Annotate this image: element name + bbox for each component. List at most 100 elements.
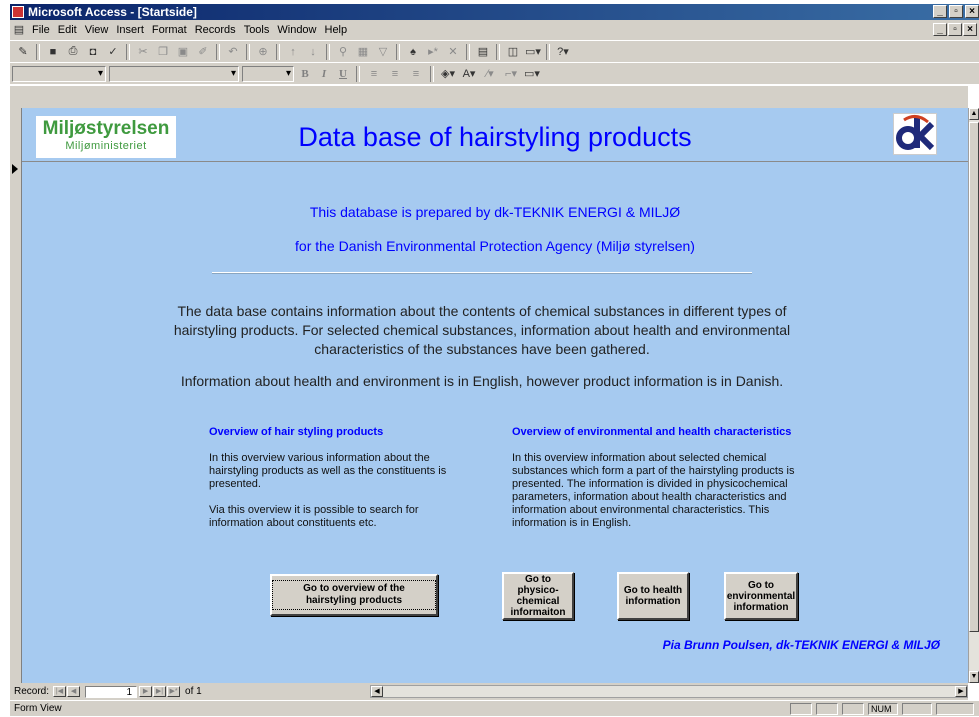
access-app-icon[interactable]: [12, 6, 24, 18]
help-icon[interactable]: ?▾: [554, 44, 572, 60]
go-to-health-label: Go to health information: [623, 585, 683, 607]
line-color-icon[interactable]: ∕▾: [481, 66, 499, 82]
intro-line-1: This database is prepared by dk-TEKNIK E…: [309, 204, 681, 220]
divider: [212, 272, 752, 274]
mdi-close-button[interactable]: ×: [963, 23, 977, 36]
status-indicator: [816, 703, 838, 715]
menu-file[interactable]: File: [28, 20, 54, 40]
spelling-icon[interactable]: ✓: [104, 44, 122, 60]
toolbar-separator: [466, 43, 470, 60]
underline-icon[interactable]: U: [335, 68, 351, 80]
go-to-physico-label: Go to physico-chemical informaiton: [510, 574, 566, 618]
menu-format[interactable]: Format: [148, 20, 191, 40]
page-title: Data base of hairstyling products: [298, 122, 692, 152]
line-width-icon[interactable]: ⌐▾: [502, 66, 520, 82]
delete-record-icon[interactable]: ✕: [444, 44, 462, 60]
status-indicator: [936, 703, 974, 715]
new-record-icon[interactable]: ▸*: [424, 44, 442, 60]
view-icon[interactable]: ✎: [14, 44, 32, 60]
vertical-scrollbar[interactable]: ▲ ▼: [968, 108, 979, 683]
dk-teknik-logo: [893, 113, 937, 155]
save-icon[interactable]: ■: [44, 44, 62, 60]
special-effect-icon[interactable]: ▭▾: [523, 66, 541, 82]
restore-button[interactable]: ▫: [949, 5, 963, 18]
mdi-minimize-button[interactable]: _: [933, 23, 947, 36]
form-icon[interactable]: ▤: [10, 22, 28, 38]
window-title: Microsoft Access - [Startside]: [28, 5, 197, 19]
bold-icon[interactable]: B: [297, 68, 313, 80]
cut-icon[interactable]: ✂: [134, 44, 152, 60]
filter-by-form-icon[interactable]: ▦: [354, 44, 372, 60]
menu-records[interactable]: Records: [191, 20, 240, 40]
previous-record-icon[interactable]: ◀: [67, 686, 81, 697]
database-window-icon[interactable]: ◫: [504, 44, 522, 60]
menu-edit[interactable]: Edit: [54, 20, 81, 40]
sort-ascending-icon[interactable]: ↑: [284, 44, 302, 60]
last-record-icon[interactable]: ▶|: [153, 686, 167, 697]
menu-tools[interactable]: Tools: [240, 20, 274, 40]
scroll-right-icon[interactable]: ▶: [955, 686, 967, 697]
new-object-icon[interactable]: ▭▾: [524, 44, 542, 60]
close-button[interactable]: ×: [965, 5, 979, 18]
font-color-icon[interactable]: A▾: [460, 66, 478, 82]
next-record-icon[interactable]: ▶: [139, 686, 153, 697]
go-to-physico-button[interactable]: Go to physico-chemical informaiton: [502, 572, 574, 620]
toolbar-separator: [36, 43, 40, 60]
paste-icon[interactable]: ▣: [174, 44, 192, 60]
menu-window[interactable]: Window: [273, 20, 320, 40]
object-select[interactable]: [12, 65, 106, 82]
hyperlink-icon[interactable]: ⊕: [254, 44, 272, 60]
print-preview-icon[interactable]: ◘: [84, 44, 102, 60]
sort-descending-icon[interactable]: ↓: [304, 44, 322, 60]
window-title-bar: Microsoft Access - [Startside] _ ▫ ×: [10, 4, 979, 20]
formatting-toolbar: B I U ≡ ≡ ≡ ◈▾ A▾ ∕▾ ⌐▾ ▭▾: [10, 62, 979, 84]
scroll-down-icon[interactable]: ▼: [969, 671, 979, 683]
scroll-up-icon[interactable]: ▲: [969, 108, 979, 120]
apply-filter-icon[interactable]: ▽: [374, 44, 392, 60]
align-left-icon[interactable]: ≡: [365, 66, 383, 82]
go-to-products-button[interactable]: Go to overview of the hairstyling produc…: [270, 574, 438, 616]
products-section-text-2: Via this overview it is possible to sear…: [209, 504, 419, 529]
font-name-select[interactable]: [109, 65, 239, 82]
toolbar-separator: [396, 43, 400, 60]
scroll-left-icon[interactable]: ◀: [371, 686, 383, 697]
record-selector[interactable]: [10, 108, 22, 683]
go-to-health-button[interactable]: Go to health information: [617, 572, 689, 620]
filter-by-selection-icon[interactable]: ⚲: [334, 44, 352, 60]
minimize-button[interactable]: _: [933, 5, 947, 18]
status-indicator: [902, 703, 932, 715]
new-record-nav-icon[interactable]: ▶*: [167, 686, 181, 697]
font-size-select[interactable]: [242, 65, 294, 82]
properties-icon[interactable]: ▤: [474, 44, 492, 60]
align-right-icon[interactable]: ≡: [407, 66, 425, 82]
current-record-field[interactable]: 1: [85, 685, 138, 698]
find-icon[interactable]: ♠: [404, 44, 422, 60]
menu-help[interactable]: Help: [321, 20, 352, 40]
mdi-restore-button[interactable]: ▫: [948, 23, 962, 36]
menu-bar: ▤ File Edit View Insert Format Records T…: [10, 20, 979, 40]
horizontal-scrollbar[interactable]: ◀ ▶: [370, 685, 968, 698]
undo-icon[interactable]: ↶: [224, 44, 242, 60]
menu-view[interactable]: View: [81, 20, 113, 40]
go-to-products-label: Go to overview of the hairstyling produc…: [272, 580, 436, 610]
toolbar-separator: [356, 65, 360, 82]
status-indicator: [790, 703, 812, 715]
fill-color-icon[interactable]: ◈▾: [439, 66, 457, 82]
italic-icon[interactable]: I: [316, 68, 332, 80]
author-credit: Pia Brunn Poulsen, dk-TEKNIK ENERGI & MI…: [662, 638, 940, 652]
menu-insert[interactable]: Insert: [112, 20, 148, 40]
format-painter-icon[interactable]: ✐: [194, 44, 212, 60]
form-view-toolbar: ✎ ■ ⎙ ◘ ✓ ✂ ❐ ▣ ✐ ↶ ⊕ ↑ ↓ ⚲ ▦ ▽ ♠ ▸* ✕ ▤…: [10, 40, 979, 62]
status-mode: Form View: [14, 703, 62, 714]
toolbar-separator: [546, 43, 550, 60]
copy-icon[interactable]: ❐: [154, 44, 172, 60]
go-to-environmental-label: Go to environmental information: [726, 579, 796, 613]
toolbar-separator: [216, 43, 220, 60]
align-center-icon[interactable]: ≡: [386, 66, 404, 82]
language-note: Information about health and environment…: [180, 373, 784, 389]
go-to-environmental-button[interactable]: Go to environmental information: [724, 572, 798, 620]
print-icon[interactable]: ⎙: [64, 44, 82, 60]
first-record-icon[interactable]: |◀: [53, 686, 67, 697]
status-bar: Form View NUM: [10, 700, 979, 716]
vertical-scroll-thumb[interactable]: [969, 122, 979, 632]
